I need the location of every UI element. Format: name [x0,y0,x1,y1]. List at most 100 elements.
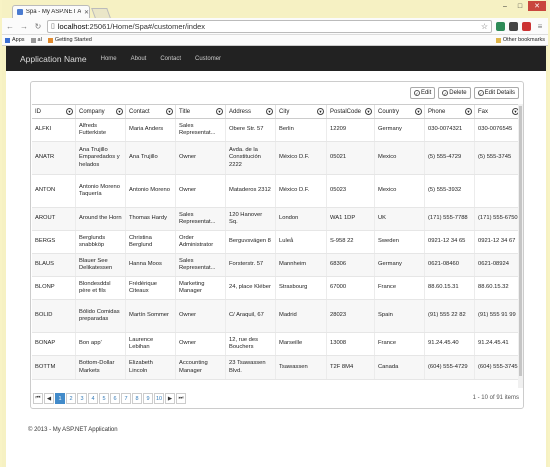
table-cell: Bon app' [76,333,126,355]
brand-link[interactable]: Application Name [20,54,87,64]
bookmark-star-icon[interactable]: ☆ [481,22,488,31]
other-bookmarks[interactable]: Other bookmarks [495,37,545,43]
close-window-icon[interactable]: ✕ [528,1,546,11]
column-menu-icon[interactable]: ▼ [317,108,324,115]
new-tab-button[interactable] [91,8,111,18]
table-cell: Blondesddsl père et fils [76,277,126,299]
prev-page-button[interactable]: ◀ [44,393,54,404]
table-cell: BLONP [32,277,76,299]
column-header[interactable]: Contact ▼ [126,105,176,118]
column-header[interactable]: Phone ▼ [425,105,475,118]
column-menu-icon[interactable]: ▼ [365,108,372,115]
column-header-label: PostalCode [330,108,362,115]
page-number-button[interactable]: 1 [55,393,65,404]
tab-title: Spa - My ASP.NET Applic [25,9,81,15]
column-header[interactable]: Title ▼ [176,105,226,118]
maximize-icon[interactable]: □ [513,1,527,11]
column-header-label: Contact [129,108,150,115]
table-cell: ANATR [32,142,76,174]
page-number-button[interactable]: 8 [132,393,142,404]
page-number-button[interactable]: 7 [121,393,131,404]
url-text: localhost:25061/Home/Spa#/customer/index [57,21,206,31]
table-cell: 88.60.15.31 [425,277,475,299]
column-header[interactable]: Country ▼ [375,105,425,118]
reload-icon[interactable]: ↻ [33,21,43,31]
page-number-button[interactable]: 10 [154,393,164,404]
table-cell: Strasbourg [276,277,327,299]
edit-details-button[interactable]: ✓ Edit Details [473,87,519,99]
table-cell: Berguvsvägen 8 [226,231,276,253]
column-header[interactable]: Company ▼ [76,105,126,118]
column-header[interactable]: Fax ▼ [475,105,522,118]
nav-customer[interactable]: Customer [195,56,221,62]
page-number-button[interactable]: 2 [66,393,76,404]
table-cell: Elizabeth Lincoln [126,356,176,379]
forward-icon[interactable]: → [19,21,29,31]
table-row[interactable]: BONAP Bon app' Laurence Lebihan Owner 12, ru… [32,333,522,356]
table-cell: 12, rue des Bouchers [226,333,276,355]
column-menu-icon[interactable]: ▼ [166,108,173,115]
minimize-icon[interactable]: – [498,1,512,11]
table-row[interactable]: ALFKI Alfreds Futterkiste Maria Anders Sale… [32,119,522,142]
column-menu-icon[interactable]: ▼ [216,108,223,115]
table-row[interactable]: BOLID Bólido Comidas preparadas Martín Som… [32,300,522,333]
table-row[interactable]: ANTON Antonio Moreno Taquería Antonio More… [32,175,522,208]
close-tab-icon[interactable]: ✕ [84,9,89,16]
column-menu-icon[interactable]: ▼ [465,108,472,115]
table-cell: 05021 [327,142,375,174]
column-header[interactable]: Address ▼ [226,105,276,118]
first-page-button[interactable]: ⏮ [33,393,43,404]
page-number-button[interactable]: 9 [143,393,153,404]
table-row[interactable]: BLONP Blondesddsl père et fils Frédérique … [32,277,522,300]
extension-icon[interactable] [496,21,505,31]
table-cell: (91) 555 22 82 [425,300,475,332]
table-cell: Christina Berglund [126,231,176,253]
table-row[interactable]: BERGS Berglunds snabbköp Christina Berglun… [32,231,522,254]
table-cell: 120 Hanover Sq. [226,208,276,230]
nav-contact[interactable]: Contact [160,56,181,62]
next-page-button[interactable]: ▶ [165,393,175,404]
column-menu-icon[interactable]: ▼ [116,108,123,115]
delete-button[interactable]: ✓ Delete [438,87,471,99]
column-header[interactable]: PostalCode ▼ [327,105,375,118]
column-menu-icon[interactable]: ▼ [415,108,422,115]
table-cell: Canada [375,356,425,379]
page-number-button[interactable]: 6 [110,393,120,404]
page-number-button[interactable]: 4 [88,393,98,404]
check-icon: ✓ [413,90,420,96]
table-cell: Avda. de la Constitución 2222 [226,142,276,174]
table-cell: 67000 [327,277,375,299]
page-number-button[interactable]: 5 [99,393,109,404]
column-header[interactable]: City ▼ [276,105,327,118]
nav-home[interactable]: Home [101,56,117,62]
page-number-button[interactable]: 3 [77,393,87,404]
last-page-button[interactable]: ⏭ [176,393,186,404]
column-menu-icon[interactable]: ▼ [266,108,273,115]
column-menu-icon[interactable]: ▼ [66,108,73,115]
address-bar[interactable]: ▯ localhost:25061/Home/Spa#/customer/ind… [47,19,492,33]
scrollbar-thumb[interactable] [519,106,522,376]
table-row[interactable]: AROUT Around the Horn Thomas Hardy Sales Re… [32,208,522,231]
bookmark-al[interactable]: al [30,37,42,43]
table-row[interactable]: BLAUS Blauer See Delikatessen Hanna Moos Sa… [32,254,522,277]
extension-icon[interactable] [509,21,518,31]
table-row[interactable]: ANATR Ana Trujillo Emparedados y helados A… [32,142,522,175]
menu-icon[interactable]: ≡ [535,21,545,31]
bookmark-apps[interactable]: Apps [5,37,25,43]
grid-toolbar: ✓ Edit ✓ Delete ✓ Edit Details [409,87,519,99]
browser-tab[interactable]: Spa - My ASP.NET Applic ✕ [12,5,90,18]
column-header[interactable]: ID ▼ [32,105,76,118]
check-icon: ✓ [477,90,484,96]
table-row[interactable]: BOTTM Bottom-Dollar Markets Elizabeth Linc… [32,356,522,380]
table-cell: Owner [176,142,226,174]
nav-about[interactable]: About [131,56,147,62]
table-cell: Thomas Hardy [126,208,176,230]
table-cell: Owner [176,300,226,332]
extension-icon[interactable] [522,21,531,31]
table-cell: Hanna Moos [126,254,176,276]
back-icon[interactable]: ← [5,21,15,31]
bookmark-getting-started[interactable]: Getting Started [47,37,92,43]
edit-button[interactable]: ✓ Edit [409,87,436,99]
vertical-scrollbar[interactable] [518,104,523,388]
table-cell: (5) 555-3932 [425,175,475,207]
